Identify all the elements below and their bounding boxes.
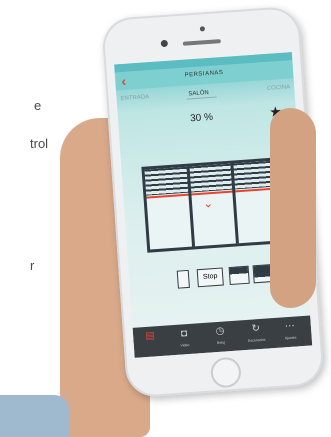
tab-label: Reloj xyxy=(216,340,225,346)
tab-shutters[interactable]: ▤ xyxy=(135,330,166,347)
sleeve xyxy=(0,395,70,437)
settings-icon: ⋯ xyxy=(284,320,296,333)
fingers xyxy=(270,108,316,308)
door-icon[interactable] xyxy=(176,269,190,289)
earpiece-speaker xyxy=(182,39,221,46)
chevron-down-icon[interactable]: ⌄ xyxy=(203,196,214,211)
home-button[interactable] xyxy=(209,356,242,389)
background-text-fragment-1: e xyxy=(34,98,42,113)
bottom-tab-bar: ▤ ◘ Video ◷ Reloj ↻ Escenarios ⋯ Ajustes xyxy=(132,315,313,358)
shutter-window[interactable]: ⌄ xyxy=(141,157,286,253)
tab-entrada[interactable]: ENTRADA xyxy=(120,94,149,102)
open-shutter-button[interactable] xyxy=(228,265,250,286)
background-text-fragment-3: r xyxy=(30,258,35,273)
tab-label: Ajustes xyxy=(284,335,297,341)
front-camera xyxy=(160,39,169,48)
tab-cocina[interactable]: COCINA xyxy=(267,84,291,92)
proximity-sensor xyxy=(199,26,206,32)
stop-button[interactable]: Stop xyxy=(196,267,224,288)
tab-video[interactable]: ◘ Video xyxy=(169,327,200,348)
tab-label: Escenarios xyxy=(247,337,266,343)
shutter-icon: ▤ xyxy=(145,330,156,343)
refresh-icon: ↻ xyxy=(251,323,261,335)
camera-icon: ◘ xyxy=(180,328,188,340)
tab-settings[interactable]: ⋯ Ajustes xyxy=(275,320,306,341)
tab-clock[interactable]: ◷ Reloj xyxy=(205,325,236,346)
tab-label xyxy=(136,345,166,347)
background-text-fragment-2: trol xyxy=(30,136,49,151)
tab-scenarios[interactable]: ↻ Escenarios xyxy=(241,322,272,343)
clock-icon: ◷ xyxy=(215,325,225,338)
tab-label: Video xyxy=(180,343,190,348)
position-percentage: 30 % xyxy=(189,111,214,125)
